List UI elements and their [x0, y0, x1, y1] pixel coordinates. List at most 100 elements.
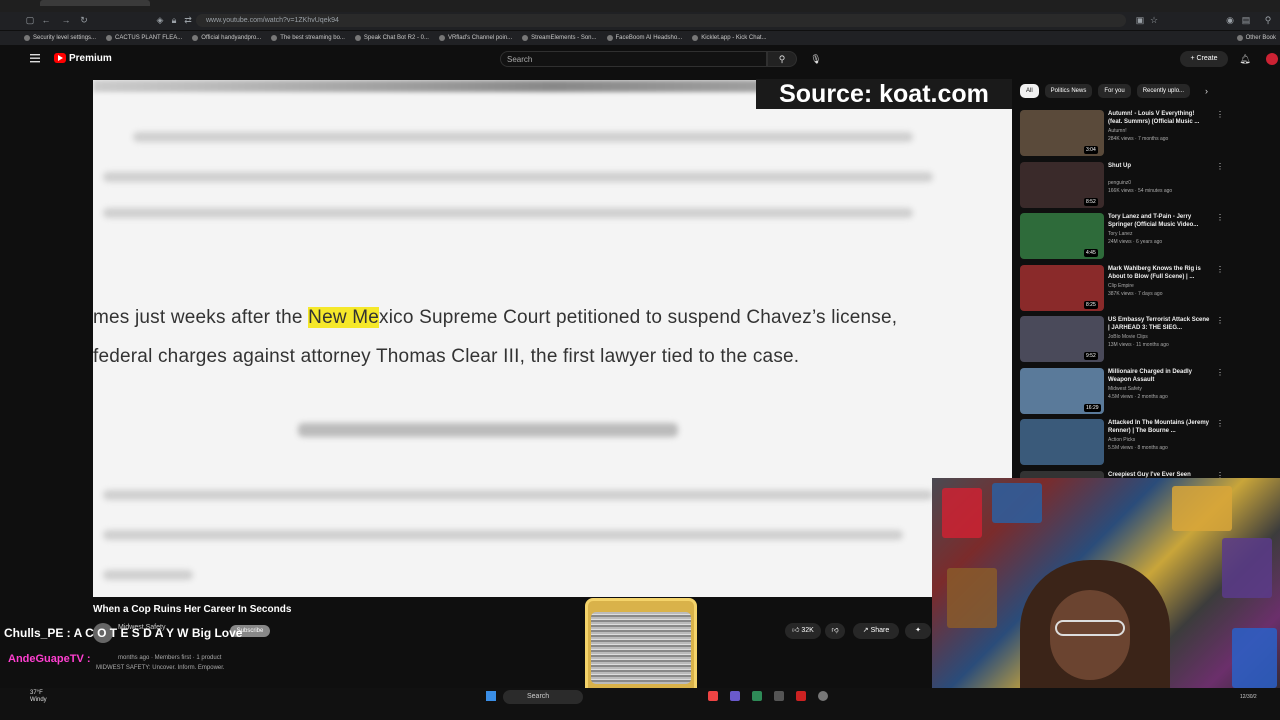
bookmark-favicon-icon	[438, 35, 445, 41]
recommended-channel[interactable]: Action Picks	[1108, 437, 1135, 443]
recommended-title[interactable]: US Embassy Terrorist Attack Scene | JARH…	[1108, 316, 1210, 332]
folder-icon	[1236, 35, 1243, 41]
more-options-icon[interactable]: ⋮	[1216, 265, 1224, 274]
chip-politics-news[interactable]: Politics News	[1044, 84, 1093, 98]
recommended-title[interactable]: Attacked In The Mountains (Jeremy Renner…	[1108, 419, 1210, 435]
more-options-icon[interactable]: ⋮	[1216, 419, 1224, 428]
taskbar-search[interactable]: Search	[503, 690, 583, 704]
recommended-channel[interactable]: penguinz0	[1108, 180, 1131, 186]
recommended-title[interactable]: Shut Up	[1108, 162, 1210, 170]
other-bookmarks[interactable]: Other Book	[1236, 35, 1280, 41]
bookmark-item[interactable]: Speak Chat Bot R2 - 0...	[354, 35, 429, 41]
more-options-icon[interactable]: ⋮	[1216, 316, 1224, 325]
account-avatar[interactable]	[1266, 53, 1278, 65]
recommended-meta: 284K views · 7 months ago	[1108, 136, 1169, 142]
chip-for-you[interactable]: For you	[1098, 84, 1131, 98]
recommended-video[interactable]: 9:52 US Embassy Terrorist Attack Scene | …	[1020, 316, 1224, 364]
more-options-icon[interactable]: ⋮	[1216, 213, 1224, 222]
lock-icon[interactable]: 🔒︎	[168, 14, 180, 26]
browser-tab-active[interactable]	[40, 0, 150, 6]
back-icon[interactable]: ←	[40, 14, 52, 26]
bookmark-item[interactable]: Kicklet.app - Kick Chat...	[692, 35, 767, 41]
dislike-button[interactable]: 👎︎	[825, 623, 845, 639]
weather-widget[interactable]: 37°F Windy	[30, 690, 47, 704]
more-options-icon[interactable]: ⋮	[1216, 368, 1224, 377]
bookmark-item[interactable]: FaceBoom AI Headsho...	[606, 35, 682, 41]
recommended-video[interactable]: 16:29 Millionaire Charged in Deadly Weapo…	[1020, 367, 1224, 416]
like-button[interactable]: 👍︎ 32K	[785, 623, 821, 639]
chip-recently-uploaded[interactable]: Recently uplo...	[1136, 84, 1191, 98]
duration-badge: 3:04	[1084, 146, 1098, 154]
bookmark-item[interactable]: Official handyandpro...	[192, 35, 261, 41]
recommended-video[interactable]: 4:45 Tory Lanez and T-Pain - Jerry Spring…	[1020, 213, 1224, 261]
chip-all[interactable]: All	[1020, 84, 1039, 98]
duration-badge: 9:52	[1084, 352, 1098, 360]
bookmark-favicon-icon	[692, 35, 699, 41]
poster	[992, 483, 1042, 523]
recommended-channel[interactable]: Clip Empire	[1108, 283, 1134, 289]
video-player[interactable]: mes just weeks after the New Mexico Supr…	[93, 80, 1012, 597]
forward-icon[interactable]: →	[60, 14, 72, 26]
bookmark-item[interactable]: Security level settings...	[24, 35, 96, 41]
bookmarks-bar: Security level settings... CACTUS PLANT …	[0, 31, 1280, 45]
poster	[947, 568, 997, 628]
split-view-icon[interactable]: ▤	[1240, 14, 1252, 26]
blurred-text-line	[133, 132, 913, 142]
obs-icon[interactable]	[818, 691, 828, 701]
bookmark-item[interactable]: StreamElements - Son...	[522, 35, 597, 41]
sidebar-toggle-icon[interactable]: ▢	[24, 14, 36, 26]
windows-start-icon[interactable]	[486, 691, 496, 701]
recommended-video[interactable]: 8:52 Shut Up penguinz0 166K views · 54 minu…	[1020, 161, 1224, 210]
create-button[interactable]: + Create	[1180, 51, 1228, 67]
bookmark-item[interactable]: VRflad's Channel poin...	[438, 35, 512, 41]
recommended-channel[interactable]: Autumn!	[1108, 128, 1127, 134]
recommended-meta: 13M views · 11 months ago	[1108, 342, 1169, 348]
address-bar[interactable]: www.youtube.com/watch?v=1ZKhvUqek94	[196, 14, 1126, 27]
recommended-video[interactable]: 3:04 Autumn! - Louis V Everything! (feat.…	[1020, 110, 1224, 158]
source-overlay: Source: koat.com	[756, 79, 1012, 109]
screenshot-icon[interactable]: ▣	[1134, 14, 1146, 26]
reload-icon[interactable]: ↻	[78, 14, 90, 26]
recommended-channel[interactable]: Midwest Safety	[1108, 386, 1142, 392]
article-line-1: mes just weeks after the New Mexico Supr…	[93, 307, 898, 328]
maps-pin-icon[interactable]	[796, 691, 806, 701]
discord-icon[interactable]	[730, 691, 740, 701]
bookmark-item[interactable]: The best streaming bo...	[271, 35, 345, 41]
search-icon[interactable]: ⚲	[767, 51, 797, 67]
recommended-meta: 5.5M views · 8 months ago	[1108, 445, 1168, 451]
chrome-icon[interactable]	[708, 691, 718, 701]
video-thumbnail[interactable]	[1020, 419, 1104, 465]
terminal-icon[interactable]	[774, 691, 784, 701]
recommended-title[interactable]: Mark Wahlberg Knows the Rig is About to …	[1108, 265, 1210, 281]
recommended-title[interactable]: Autumn! - Louis V Everything! (feat. Sum…	[1108, 110, 1210, 126]
video-description[interactable]: MIDWEST SAFETY: Uncover. Inform. Empower…	[96, 665, 225, 671]
chevron-right-icon[interactable]: ›	[1205, 86, 1208, 96]
recommended-video[interactable]: Attacked In The Mountains (Jeremy Renner…	[1020, 419, 1224, 467]
app-icon[interactable]	[752, 691, 762, 701]
profile-icon[interactable]: ◉	[1224, 14, 1236, 26]
recommended-video[interactable]: 8:25 Mark Wahlberg Knows the Rig is About…	[1020, 264, 1224, 313]
more-actions-button[interactable]: ✦	[905, 623, 931, 639]
bookmark-favicon-icon	[106, 35, 113, 41]
clock: 12/30/2	[1240, 694, 1257, 700]
blurred-text-line	[103, 172, 933, 182]
recommended-title[interactable]: Tory Lanez and T-Pain - Jerry Springer (…	[1108, 213, 1210, 229]
youtube-logo-text[interactable]: Premium	[69, 53, 112, 64]
share-button[interactable]: ↗ Share	[853, 623, 899, 639]
bookmark-star-icon[interactable]: ☆	[1148, 14, 1160, 26]
search-input[interactable]: Search	[500, 51, 767, 67]
recommended-title[interactable]: Millionaire Charged in Deadly Weapon Ass…	[1108, 368, 1210, 384]
more-options-icon[interactable]: ⋮	[1216, 162, 1224, 171]
bookmark-item[interactable]: CACTUS PLANT FLEA...	[106, 35, 182, 41]
menu-icon[interactable]	[29, 52, 41, 64]
recommended-channel[interactable]: JoBlo Movie Clips	[1108, 334, 1148, 340]
bookmark-favicon-icon	[24, 35, 30, 41]
more-options-icon[interactable]: ⋮	[1216, 110, 1224, 119]
microphone-icon[interactable]: 🎙︎	[808, 51, 824, 67]
extensions-icon[interactable]: ⚲	[1262, 14, 1274, 26]
shield-icon[interactable]: ◈	[154, 14, 166, 26]
recommended-channel[interactable]: Tory Lanez	[1108, 231, 1132, 237]
notifications-bell-icon[interactable]: 🔔︎	[1238, 51, 1252, 67]
tune-icon[interactable]: ⇄	[182, 14, 194, 26]
video-meta: months ago · Members first · 1 product	[118, 655, 222, 661]
